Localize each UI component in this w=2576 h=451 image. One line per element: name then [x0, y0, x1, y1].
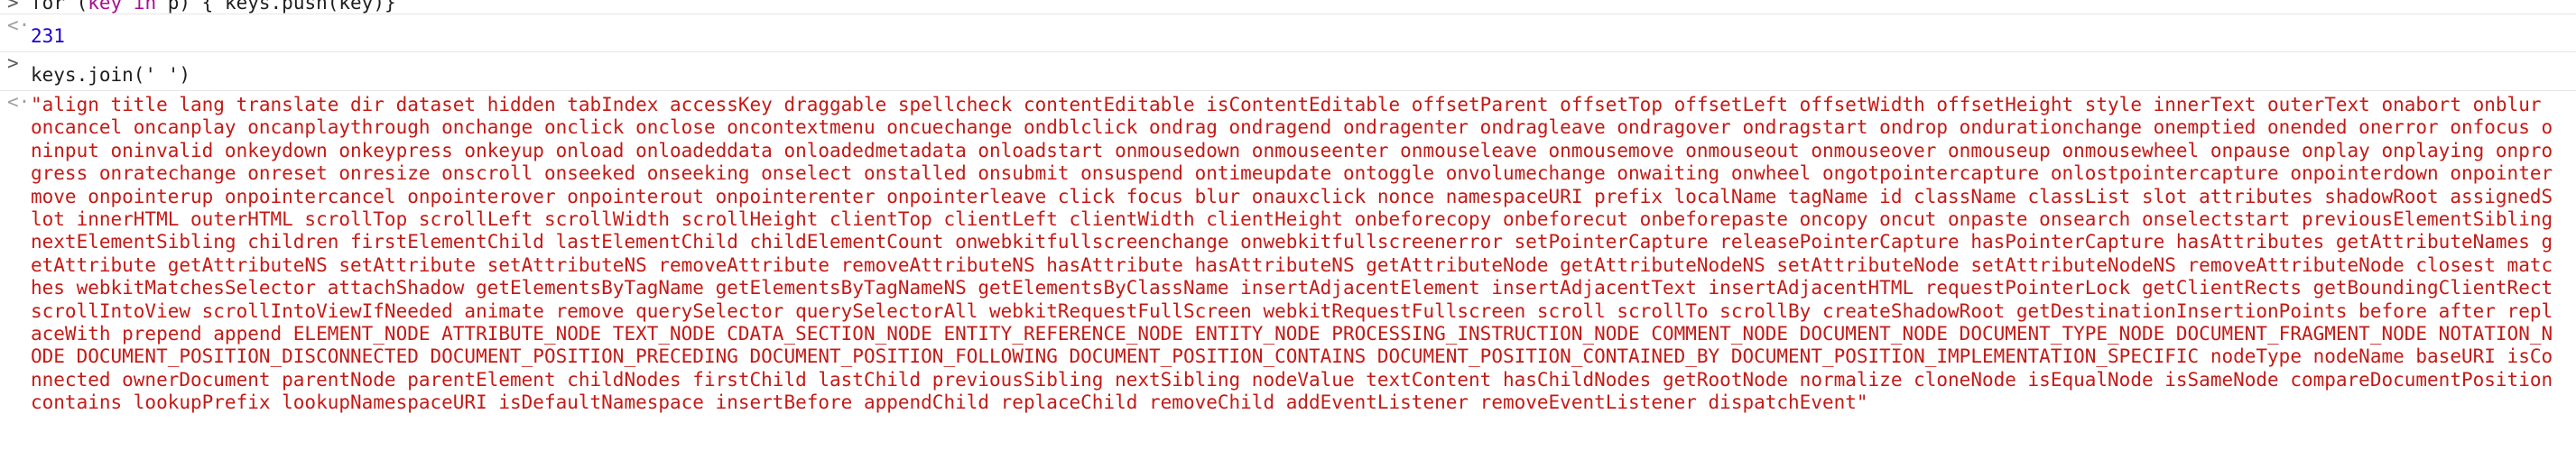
result-prompt-icon: <·: [7, 14, 31, 36]
result-string: "align title lang translate dir dataset …: [31, 94, 2564, 414]
console-input-line[interactable]: > keys.join(' '): [0, 52, 2576, 91]
console-result-line: <· "align title lang translate dir datase…: [0, 91, 2576, 415]
input-prompt-icon: >: [7, 52, 19, 74]
result-number: 231: [31, 25, 65, 47]
console-result-line: <· 231: [0, 14, 2576, 52]
console-panel: > for (key in p) { keys.push(key)} <· 231 …: [0, 0, 2576, 451]
result-prompt-icon: <·: [7, 91, 31, 113]
code-text: keys.join(' '): [31, 64, 191, 86]
keyword-in: in: [133, 0, 157, 14]
input-prompt-icon: >: [7, 0, 19, 14]
keyword-key: key: [88, 0, 123, 14]
console-input-line[interactable]: > for (key in p) { keys.push(key)}: [0, 0, 2576, 14]
code-text: p) { keys.push(key)}: [156, 0, 396, 14]
code-text: for (: [31, 0, 88, 14]
